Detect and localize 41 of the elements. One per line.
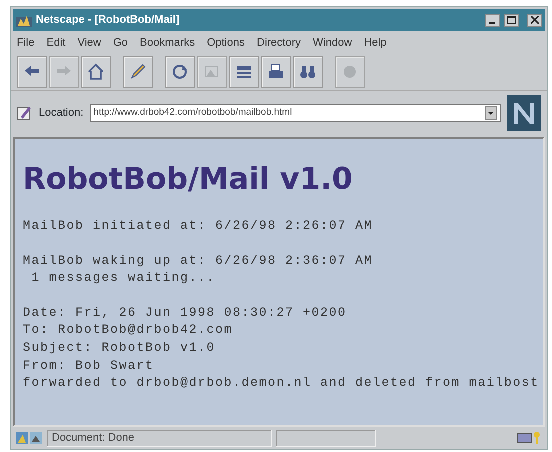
log-line: 1 messages waiting...	[30, 270, 217, 288]
minimize-button[interactable]	[485, 14, 500, 26]
menu-item[interactable]: Options	[207, 34, 245, 52]
edit-button[interactable]	[123, 56, 153, 88]
log-line: forwarded to drbob@drbob.demon.nl and deleted from mailbost	[23, 375, 535, 392]
log-line: MailBob waking up at: 6/26/98 2:36:07 AM	[23, 252, 374, 270]
page-heading: RobotBob/Mail v1.0	[23, 163, 354, 196]
close-icon	[530, 16, 538, 24]
menu-item[interactable]: Directory	[257, 34, 302, 52]
menu-item[interactable]: Bookmarks	[140, 34, 196, 52]
home-icon	[87, 62, 105, 80]
log-line: MailBob initiated at: 6/26/98 2:26:07 AM	[23, 218, 374, 235]
bookmark-icon[interactable]	[17, 105, 33, 121]
reload-button[interactable]	[165, 56, 195, 88]
back-button[interactable]	[17, 56, 47, 88]
home-button[interactable]	[81, 56, 111, 88]
window-title: Netscape - [RobotBob/Mail]	[36, 12, 181, 28]
dropdown-icon[interactable]	[485, 106, 497, 120]
open-button[interactable]	[229, 56, 259, 88]
log-line: Date: Fri, 26 Jun 1998 08:30:27 +0200	[23, 304, 348, 322]
menu-item[interactable]: Edit	[46, 34, 66, 52]
menu-item[interactable]: File	[17, 34, 35, 52]
menu-item[interactable]: Go	[113, 34, 128, 52]
security-icon	[15, 430, 43, 446]
url-field[interactable]: http://www.drbob42.com/robotbob/mailbob.html	[90, 104, 501, 122]
print-button[interactable]	[261, 56, 291, 88]
printer-icon	[267, 62, 285, 80]
log-line: Subject: RobotBob v1.0	[23, 340, 217, 357]
menu-item[interactable]: Window	[313, 34, 352, 52]
status-text: Document: Done	[47, 430, 272, 446]
menu-item[interactable]: Help	[364, 34, 387, 52]
close-button[interactable]	[527, 14, 542, 26]
log-line: To: RobotBob@drbob42.com	[23, 322, 234, 340]
log-line: From: Bob Swart	[23, 358, 156, 375]
maximize-icon	[507, 16, 516, 24]
menu-item[interactable]: View	[78, 34, 102, 52]
reload-icon	[171, 62, 189, 80]
location-label: Location:	[39, 106, 84, 121]
pencil-icon	[129, 62, 147, 80]
maximize-button[interactable]	[504, 14, 519, 26]
find-button[interactable]	[293, 56, 323, 88]
